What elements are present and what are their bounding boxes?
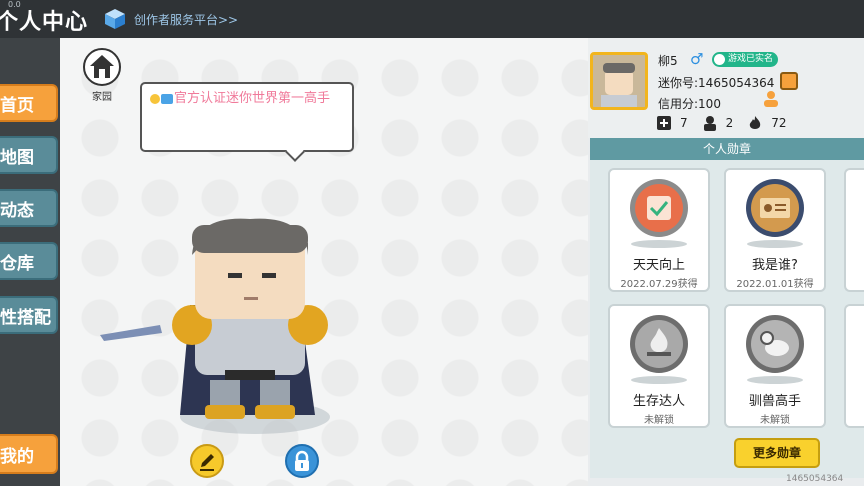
ram-medal-icon <box>745 314 805 374</box>
lock-button[interactable] <box>285 444 319 478</box>
avatar[interactable] <box>590 52 648 110</box>
fans-icon <box>702 115 718 131</box>
sidebar-item-label: 仓库 <box>0 253 34 274</box>
top-bar: 0.0 个人中心 创作者服务平台>> <box>0 0 864 38</box>
edit-button[interactable] <box>190 444 224 478</box>
medal-card[interactable]: 我是谁? 2022.01.01获得 <box>724 168 826 292</box>
lock-icon <box>295 450 309 471</box>
stat-friends-value: 7 <box>680 116 688 130</box>
medal-date: 2022.07.29获得 <box>620 279 698 290</box>
user-manage-icon[interactable] <box>762 90 780 108</box>
cube-icon <box>104 8 126 30</box>
medal-name: 生存达人 <box>632 394 685 409</box>
home-button[interactable]: 家园 <box>82 48 122 104</box>
gender-male-icon: ♂ <box>690 50 704 68</box>
verified-check-icon <box>714 54 725 65</box>
credit-score: 信用分:100 <box>658 97 721 111</box>
stat-popularity-value: 72 <box>771 116 787 130</box>
sidebar-item-feed[interactable]: 动态 <box>0 189 58 227</box>
medal-stand <box>631 376 687 384</box>
creator-link-label: 创作者服务平台>> <box>134 12 239 27</box>
profile-stats: 7 2 72 <box>656 114 801 132</box>
add-friend-icon <box>656 115 672 131</box>
stat-fans-value: 2 <box>725 116 734 130</box>
signature-bubble: 官方认证迷你世界第一高手 <box>140 82 354 162</box>
official-badge-icon <box>150 93 174 105</box>
page-title: 个人中心 <box>0 10 89 35</box>
medal-card-partial[interactable] <box>844 304 864 428</box>
creator-platform-link[interactable]: 创作者服务平台>> <box>104 6 238 32</box>
fire-icon <box>747 115 763 131</box>
medal-card[interactable]: 生存达人 未解锁 <box>608 304 710 428</box>
sidebar-item-outfit[interactable]: 性搭配 <box>0 296 58 334</box>
medal-name: 驯兽高手 <box>748 394 801 409</box>
sidebar-item-mine[interactable]: 我的 <box>0 434 58 474</box>
id-card-medal-icon <box>745 178 805 238</box>
medal-date: 2022.01.01获得 <box>736 279 814 290</box>
sidebar-item-label: 我的 <box>0 446 34 467</box>
sidebar-item-home[interactable]: 首页 <box>0 84 58 122</box>
sidebar-item-label: 性搭配 <box>0 307 51 328</box>
home-label: 家园 <box>92 92 112 103</box>
campfire-medal-icon <box>629 314 689 374</box>
character-avatar-figure[interactable] <box>100 215 350 430</box>
medal-stand <box>747 240 803 248</box>
clipboard-medal-icon <box>629 178 689 238</box>
medal-name: 天天向上 <box>632 258 685 273</box>
sidebar: 首页 地图 动态 仓库 性搭配 我的 <box>0 38 60 486</box>
medal-card-partial[interactable] <box>844 168 864 292</box>
more-medals-button[interactable]: 更多勋章 <box>734 438 820 468</box>
medal-stand <box>631 240 687 248</box>
medal-date: 未解锁 <box>644 415 674 426</box>
player-name: 柳5 <box>658 54 678 68</box>
signature-text: 官方认证迷你世界第一高手 <box>150 90 344 107</box>
pencil-icon <box>200 454 214 471</box>
house-icon <box>83 48 121 86</box>
verified-badge: 游戏已实名 <box>712 52 779 67</box>
medal-card[interactable]: 驯兽高手 未解锁 <box>724 304 826 428</box>
stat-fans[interactable]: 2 <box>702 115 734 131</box>
mini-id: 迷你号:1465054364 <box>658 76 775 90</box>
signature-text-value: 官方认证迷你世界第一高手 <box>174 91 331 106</box>
sidebar-item-label: 地图 <box>0 147 34 168</box>
stat-friends[interactable]: 7 <box>656 115 688 131</box>
sidebar-item-label: 首页 <box>0 95 34 116</box>
stat-popularity[interactable]: 72 <box>747 115 787 131</box>
footer-id: 1465054364 <box>786 474 844 484</box>
medal-date: 未解锁 <box>760 415 790 426</box>
sidebar-item-label: 动态 <box>0 200 34 221</box>
verified-badge-label: 游戏已实名 <box>728 54 774 64</box>
medal-card[interactable]: 天天向上 2022.07.29获得 <box>608 168 710 292</box>
medal-section-header: 个人勋章 <box>590 138 864 160</box>
medal-name: 我是谁? <box>752 258 798 273</box>
medal-stand <box>747 376 803 384</box>
document-icon[interactable] <box>780 72 798 90</box>
sidebar-item-map[interactable]: 地图 <box>0 136 58 174</box>
sidebar-item-storage[interactable]: 仓库 <box>0 242 58 280</box>
